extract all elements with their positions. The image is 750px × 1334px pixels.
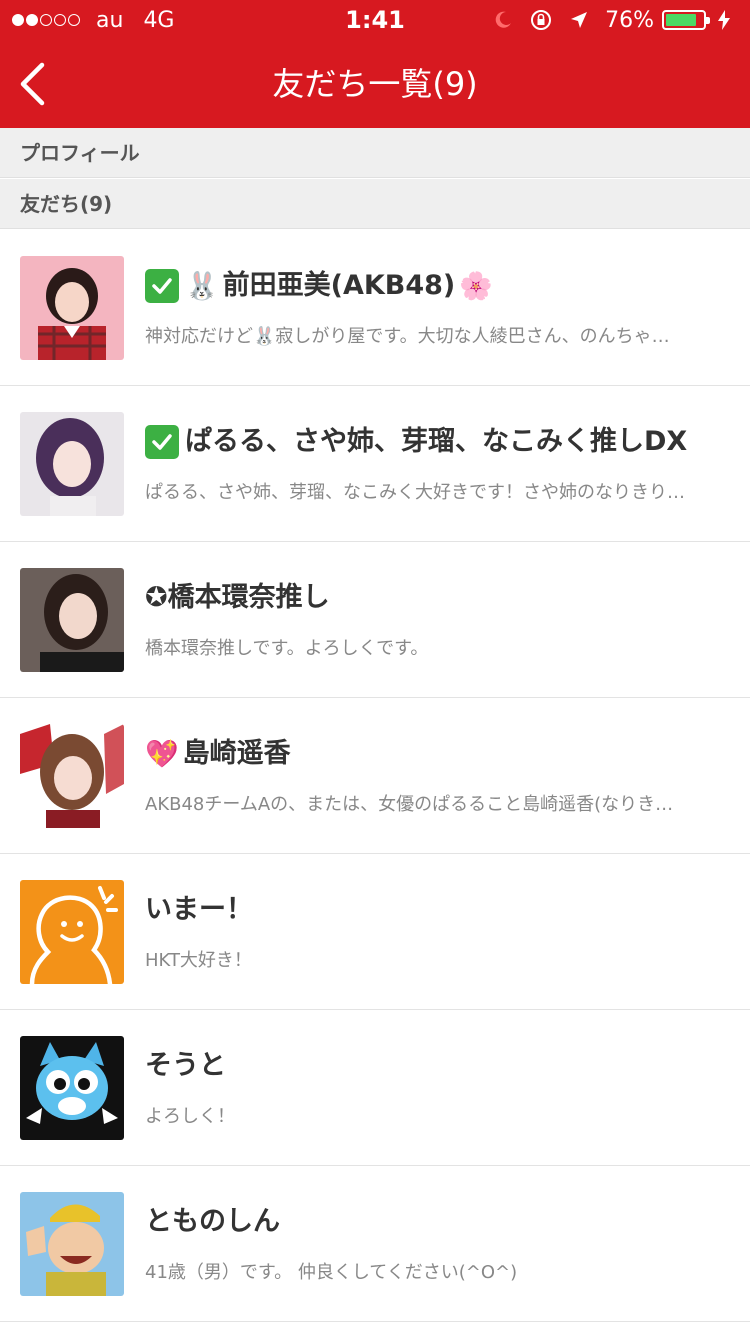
friend-row[interactable]: そうと よろしく！ [0, 1010, 750, 1166]
friend-row[interactable]: 💖 島崎遥香 AKB48チームAの、または、女優のぱるること島崎遥香(なりき… [0, 698, 750, 854]
verified-check-icon [145, 425, 179, 459]
friend-name: 🐰 前田亜美(AKB48) 🌸 [145, 266, 720, 306]
friend-name: ✪橋本環奈推し [145, 578, 720, 618]
verified-check-icon [145, 269, 179, 303]
friend-name-text: とものしん [145, 1206, 280, 1237]
navigation-bar: 友だち一覧(9) [0, 40, 750, 128]
sparkling-heart-emoji-icon: 💖 [145, 738, 179, 770]
charging-bolt-icon [712, 8, 736, 32]
friend-row[interactable]: ✪橋本環奈推し 橋本環奈推しです。よろしくです。 [0, 542, 750, 698]
avatar [20, 1036, 124, 1140]
friend-name: ぱるる、さや姉、芽瑠、なこみく推しDX [145, 422, 720, 462]
friend-name: そうと [145, 1046, 720, 1086]
friend-name: とものしん [145, 1202, 720, 1242]
battery-icon [662, 10, 710, 30]
avatar [20, 568, 124, 672]
location-arrow-icon [567, 8, 591, 32]
cherry-blossom-emoji-icon: 🌸 [459, 270, 493, 302]
friend-name-text: 島崎遥香 [182, 738, 291, 769]
friend-status-message: よろしく！ [145, 1106, 235, 1127]
friend-name: いまー！ [145, 890, 720, 930]
friend-row[interactable]: ぱるる、さや姉、芽瑠、なこみく推しDX ぱるる、さや姉、芽瑠、なこみく大好きです… [0, 386, 750, 542]
rabbit-emoji-icon: 🐰 [185, 270, 219, 302]
avatar [20, 1192, 124, 1296]
page-title: 友だち一覧(9) [272, 65, 478, 103]
friend-name-text: 前田亜美(AKB48) [222, 270, 456, 301]
friend-status-message: AKB48チームAの、または、女優のぱるること島崎遥香(なりき… [145, 794, 674, 815]
friend-status-message: ぱるる、さや姉、芽瑠、なこみく大好きです！さや姉のなりきり… [145, 482, 685, 503]
avatar [20, 256, 124, 360]
status-bar: au 4G 1:41 76% [0, 0, 750, 40]
friend-name-text: ぱるる、さや姉、芽瑠、なこみく推しDX [185, 426, 688, 457]
friend-status-message: 橋本環奈推しです。よろしくです。 [145, 638, 429, 659]
friend-row[interactable]: いまー！ HKT大好き！ [0, 854, 750, 1010]
friend-name-text: そうと [145, 1050, 226, 1081]
avatar [20, 412, 124, 516]
moon-icon [491, 8, 515, 32]
avatar [20, 724, 124, 828]
friend-name-text: いまー！ [145, 894, 253, 925]
section-header-profile[interactable]: プロフィール [0, 128, 750, 178]
friend-name: 💖 島崎遥香 [145, 734, 720, 774]
friend-status-message: 神対応だけど🐰寂しがり屋です。大切な人綾巴さん、のんちゃ… [145, 326, 670, 347]
friend-status-message: HKT大好き！ [145, 950, 252, 971]
friend-status-message: 41歳（男）です。 仲良くしてください(^O^) [145, 1262, 518, 1283]
friend-list: 🐰 前田亜美(AKB48) 🌸 神対応だけど🐰寂しがり屋です。大切な人綾巴さん、… [0, 230, 750, 1322]
friend-row[interactable]: とものしん 41歳（男）です。 仲良くしてください(^O^) [0, 1166, 750, 1322]
friend-row[interactable]: 🐰 前田亜美(AKB48) 🌸 神対応だけど🐰寂しがり屋です。大切な人綾巴さん、… [0, 230, 750, 386]
friend-name-text: ✪橋本環奈推し [145, 582, 330, 613]
rotation-lock-icon [529, 8, 553, 32]
avatar [20, 880, 124, 984]
section-header-friends: 友だち(9) [0, 179, 750, 229]
battery-percentage: 76% [605, 7, 654, 33]
